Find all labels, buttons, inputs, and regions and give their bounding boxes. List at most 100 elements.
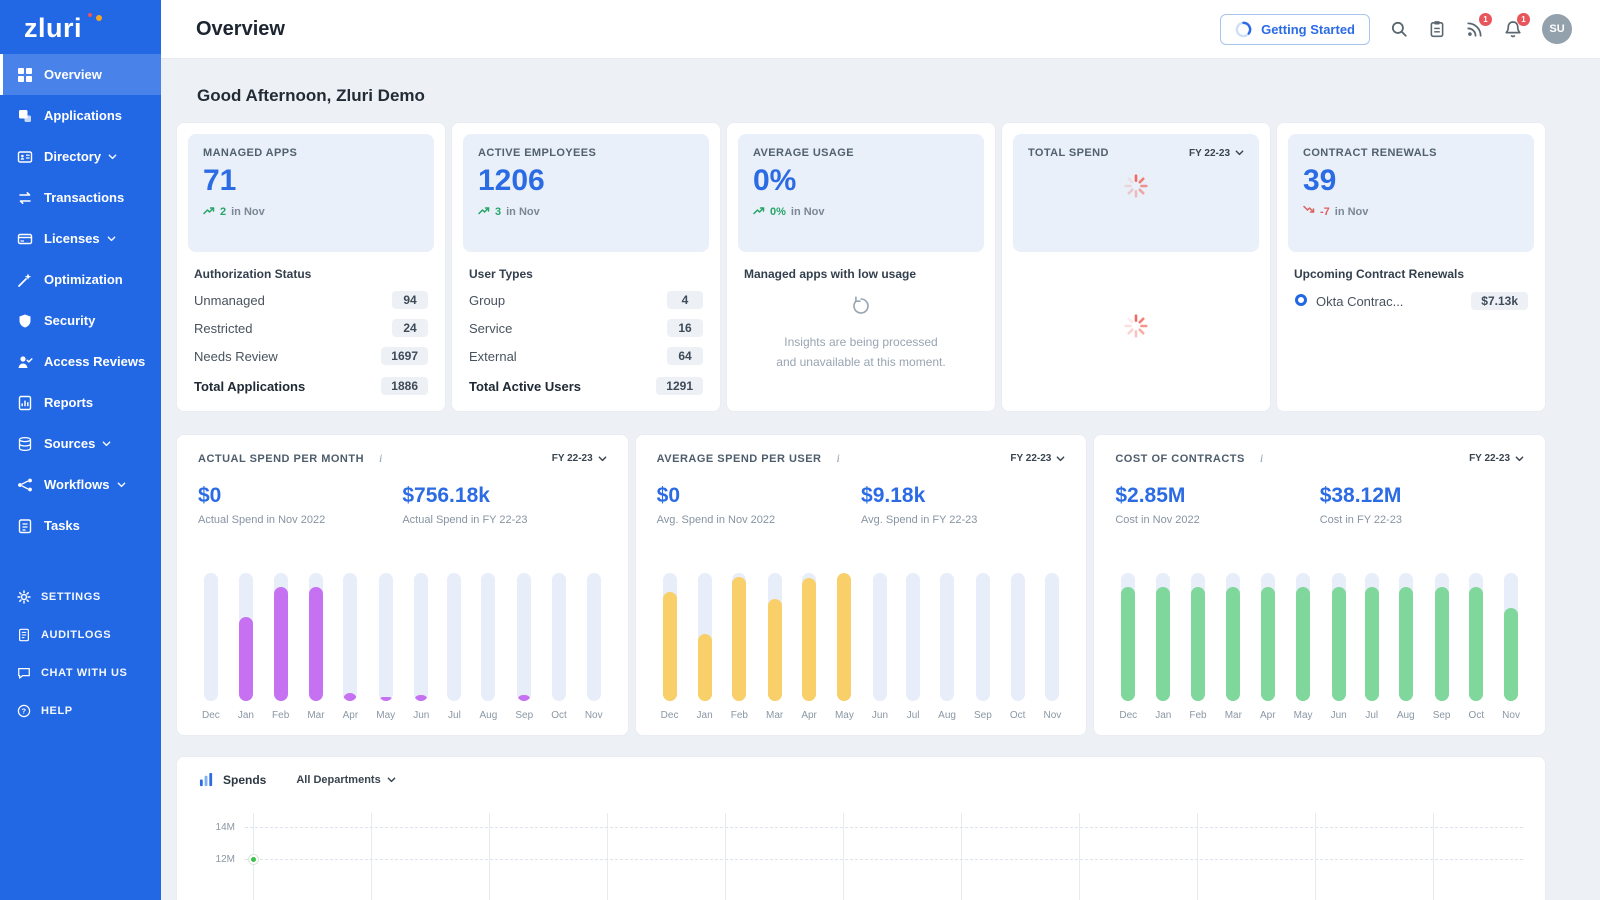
bar-fill [732, 577, 746, 701]
bar-column-apr: Apr [343, 573, 359, 721]
sidebar-item-transactions[interactable]: Transactions [0, 177, 161, 218]
departments-select[interactable]: All Departments [296, 774, 395, 786]
bar-fill [1156, 587, 1170, 701]
progress-ring-icon [1235, 21, 1252, 38]
card-value: 0% [753, 164, 969, 198]
row-value: 24 [392, 319, 428, 337]
bar-fill [343, 693, 357, 701]
bell-icon[interactable]: 1 [1504, 20, 1522, 38]
card-title: ACTIVE EMPLOYEES [478, 147, 694, 159]
row-value: 1291 [656, 377, 703, 395]
sidebar-item-workflows[interactable]: Workflows [0, 464, 161, 505]
stat-row-needs-review: Needs Review 1697 [188, 342, 434, 370]
fy-select[interactable]: FY 22-23 [1010, 453, 1065, 464]
sidebar-item-security[interactable]: Security [0, 300, 161, 341]
sidebar-item-sources[interactable]: Sources [0, 423, 161, 464]
logo-dot-icon [96, 15, 102, 21]
info-icon[interactable]: i [1260, 451, 1263, 466]
feed-icon[interactable]: 1 [1466, 20, 1484, 38]
bar-track [837, 573, 851, 701]
bar-month-label: Mar [766, 710, 783, 721]
active-employees-card: ACTIVE EMPLOYEES 1206 3 in Nov User Type… [451, 122, 721, 412]
y-axis-tick: 12M [199, 854, 235, 865]
y-axis-tick: 14M [199, 822, 235, 833]
delta-note: in Nov [506, 206, 540, 218]
spends-tab[interactable]: Spends [199, 772, 266, 787]
active-employees-summary: ACTIVE EMPLOYEES 1206 3 in Nov [463, 134, 709, 252]
card-value: 1206 [478, 164, 694, 198]
bar-track [447, 573, 461, 701]
chart-title: ACTUAL SPEND PER MONTH [198, 453, 364, 465]
workflows-icon [17, 477, 33, 493]
card-title: TOTAL SPEND [1028, 147, 1109, 159]
info-icon[interactable]: i [379, 451, 382, 466]
spends-card: Spends All Departments 14M 12M [176, 756, 1546, 900]
bar-fill [1469, 587, 1483, 701]
bar-fill [1296, 587, 1310, 701]
contract-renewals-card: CONTRACT RENEWALS 39 -7 in Nov Upcoming … [1276, 122, 1546, 412]
search-icon[interactable] [1390, 20, 1408, 38]
section-title: Upcoming Contract Renewals [1294, 267, 1528, 281]
sidebar-item-access-reviews[interactable]: Access Reviews [0, 341, 161, 382]
sidebar-item-label: HELP [41, 705, 73, 717]
bar-fill [698, 634, 712, 701]
sidebar-item-tasks[interactable]: Tasks [0, 505, 161, 546]
bar-fill [1191, 587, 1205, 701]
bar-month-label: Jul [448, 710, 461, 721]
row-label: Total Applications [194, 379, 305, 394]
sidebar-item-directory[interactable]: Directory [0, 136, 161, 177]
chart-title: AVERAGE SPEND PER USER [657, 453, 822, 465]
row-label: Restricted [194, 321, 253, 336]
bar-month-label: Apr [1260, 710, 1276, 721]
main-panel: Overview Getting Started 1 [161, 0, 1600, 900]
row-value: 1697 [381, 347, 428, 365]
bar-track [906, 573, 920, 701]
clipboard-icon[interactable] [1428, 20, 1446, 38]
sidebar-item-optimization[interactable]: Optimization [0, 259, 161, 300]
bar-track [1191, 573, 1205, 701]
sidebar-item-help[interactable]: ? HELP [0, 692, 161, 730]
sidebar-item-licenses[interactable]: Licenses [0, 218, 161, 259]
bar-track [1365, 573, 1379, 701]
page-title: Overview [196, 18, 285, 41]
bar-month-label: Feb [272, 710, 289, 721]
bar-fill [802, 578, 816, 701]
renewal-row-okta[interactable]: Okta Contrac... $7.13k [1288, 286, 1534, 316]
chart-metric-left: $0 Avg. Spend in Nov 2022 [657, 484, 861, 526]
sidebar-item-label: Sources [44, 436, 95, 451]
info-icon[interactable]: i [837, 451, 840, 466]
spends-tab-label: Spends [223, 773, 266, 787]
trend-up-icon [753, 205, 765, 218]
card-delta: 0% in Nov [753, 205, 969, 218]
series-point[interactable] [249, 855, 258, 864]
bar-column-may: May [835, 573, 854, 721]
apps-icon [17, 108, 33, 124]
sidebar-item-auditlogs[interactable]: AUDITLOGS [0, 616, 161, 654]
bar-column-may: May [376, 573, 395, 721]
fy-select[interactable]: FY 22-23 [1469, 453, 1524, 464]
sidebar-item-overview[interactable]: Overview [0, 54, 161, 95]
bar-month-label: Mar [1225, 710, 1242, 721]
sidebar-item-applications[interactable]: Applications [0, 95, 161, 136]
delta-value: 0% [770, 206, 786, 218]
delta-note: in Nov [231, 206, 265, 218]
bar-month-label: Jan [697, 710, 713, 721]
row-label: Needs Review [194, 349, 278, 364]
getting-started-button[interactable]: Getting Started [1220, 14, 1370, 45]
sidebar-item-settings[interactable]: SETTINGS [0, 578, 161, 616]
avatar[interactable]: SU [1542, 14, 1572, 44]
bar-column-feb: Feb [1189, 573, 1206, 721]
sidebar-item-label: Optimization [44, 272, 123, 287]
sidebar-item-reports[interactable]: Reports [0, 382, 161, 423]
chart-metric-right: $9.18k Avg. Spend in FY 22-23 [861, 484, 1065, 526]
sidebar-footer-nav: SETTINGSAUDITLOGSCHAT WITH US? HELP [0, 578, 161, 730]
bar-column-aug: Aug [938, 573, 956, 721]
fy-select[interactable]: FY 22-23 [552, 453, 607, 464]
svg-text:?: ? [21, 707, 26, 716]
sidebar-item-chat-with-us[interactable]: CHAT WITH US [0, 654, 161, 692]
bar-fill [837, 573, 851, 701]
section-title: Managed apps with low usage [744, 267, 978, 281]
fy-select[interactable]: FY 22-23 [1189, 148, 1244, 159]
stat-cards-row: MANAGED APPS 71 2 in Nov Authorization S… [176, 122, 1546, 412]
security-icon [17, 313, 33, 329]
